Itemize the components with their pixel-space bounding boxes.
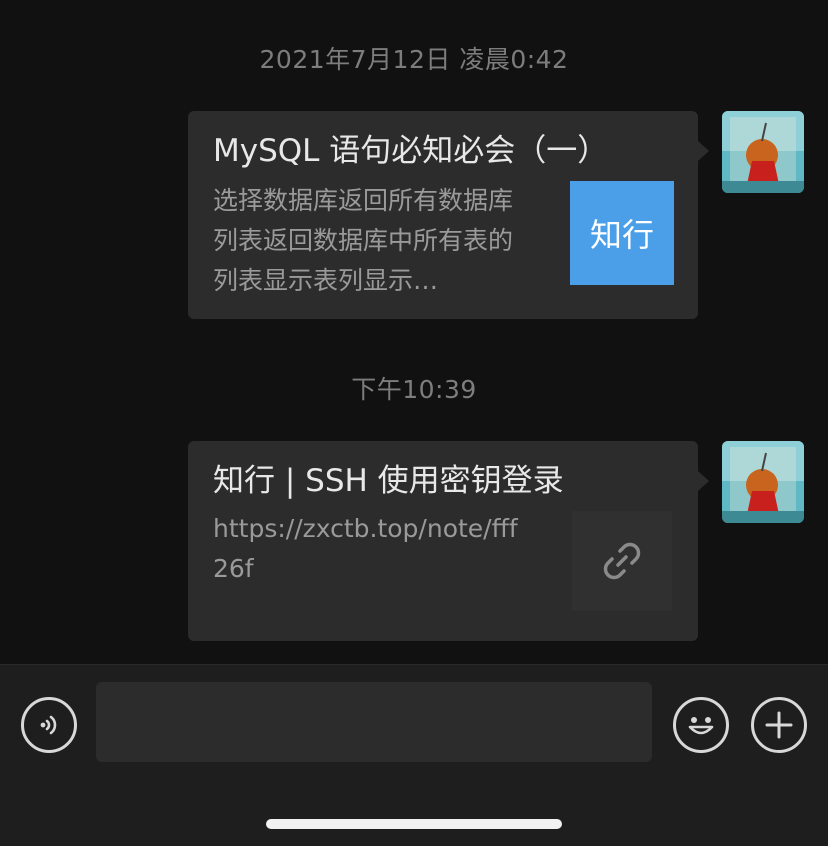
link-icon <box>603 542 641 580</box>
avatar[interactable] <box>722 441 804 523</box>
emoji-button[interactable] <box>673 697 729 753</box>
card-title: 知行 | SSH 使用密钥登录 <box>213 463 564 499</box>
plus-icon <box>765 711 793 739</box>
emoji-icon <box>688 717 714 735</box>
card-description: 选择数据库返回所有数据库列表返回数据库中所有表的列表显示表列显示… <box>213 186 514 295</box>
voice-button[interactable] <box>21 697 77 753</box>
chat-area: 2021年7月12日 凌晨0:42 MySQL 语句必知必会（一） 选择数据库返… <box>0 0 828 664</box>
card-url: https://zxctb.top/note/fff26f <box>213 514 518 583</box>
link-thumbnail <box>572 511 672 611</box>
avatar-image <box>722 441 804 523</box>
article-card-message[interactable]: MySQL 语句必知必会（一） 选择数据库返回所有数据库列表返回数据库中所有表的… <box>188 111 709 319</box>
card-thumbnail: 知行 <box>570 181 674 285</box>
avatar-image <box>722 111 804 193</box>
voice-icon <box>40 715 57 735</box>
link-card-message[interactable]: 知行 | SSH 使用密钥登录 https://zxctb.top/note/f… <box>188 441 709 641</box>
more-button[interactable] <box>751 697 807 753</box>
message-timestamp: 下午10:39 <box>351 375 477 404</box>
card-title: MySQL 语句必知必会（一） <box>213 133 609 169</box>
avatar[interactable] <box>722 111 804 193</box>
message-timestamp: 2021年7月12日 凌晨0:42 <box>259 45 569 74</box>
input-bar <box>0 664 828 846</box>
home-indicator[interactable] <box>266 819 562 829</box>
message-input[interactable] <box>96 682 652 762</box>
